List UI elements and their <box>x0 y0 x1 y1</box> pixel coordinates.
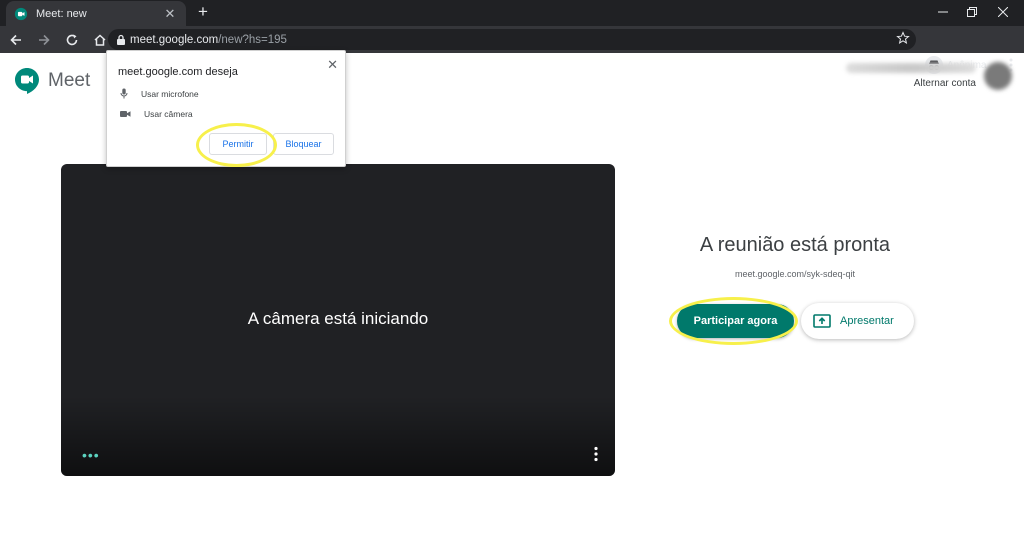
account-area[interactable]: Alternar conta <box>846 62 1012 90</box>
meet-favicon-icon <box>14 7 28 20</box>
loading-dots-icon: ••• <box>82 447 100 463</box>
camera-status: A câmera está iniciando <box>247 309 429 328</box>
avatar[interactable] <box>984 62 1012 90</box>
meet-logo[interactable]: Meet <box>14 67 90 95</box>
forward-button[interactable] <box>32 28 56 52</box>
switch-account-link[interactable]: Alternar conta <box>846 78 976 89</box>
browser-titlebar: Meet: new ✕ + <box>0 0 1024 26</box>
video-gradient <box>61 396 615 476</box>
address-bar[interactable]: meet.google.com/new?hs=195 <box>108 29 916 50</box>
tab-title: Meet: new <box>36 7 87 20</box>
arrow-forward-icon <box>39 34 50 45</box>
more-options-icon[interactable] <box>592 446 600 462</box>
url-text: meet.google.com/new?hs=195 <box>130 34 287 46</box>
home-icon <box>94 33 106 46</box>
video-camera-icon <box>120 111 131 117</box>
meeting-ready-title: A reunião está pronta <box>699 234 891 256</box>
close-window-button[interactable] <box>986 0 1020 24</box>
permission-label-camera: Usar câmera <box>144 109 193 119</box>
camera-preview: A câmera está iniciando ••• <box>61 164 615 476</box>
permission-item-camera: Usar câmera <box>120 109 193 119</box>
permission-title: meet.google.com deseja <box>118 66 238 78</box>
reload-button[interactable] <box>60 28 84 52</box>
meet-logo-icon <box>15 68 39 94</box>
present-label: Apresentar <box>840 315 894 327</box>
present-button[interactable]: Apresentar <box>801 303 914 339</box>
url-path: /new?hs=195 <box>218 33 287 46</box>
meeting-link: meet.google.com/syk-sdeq-qit <box>734 269 856 279</box>
minimize-icon <box>938 11 948 13</box>
permission-item-microphone: Usar microfone <box>120 88 199 99</box>
popup-close-icon[interactable]: ✕ <box>327 57 338 73</box>
account-email-blurred <box>846 63 976 73</box>
restore-button[interactable] <box>955 0 989 24</box>
back-button[interactable] <box>4 28 28 52</box>
tab-close-icon[interactable]: ✕ <box>162 6 178 22</box>
browser-tab[interactable]: Meet: new ✕ <box>6 1 186 26</box>
meet-brand: Meet <box>48 70 91 91</box>
microphone-icon <box>120 88 128 99</box>
permission-popup: meet.google.com deseja ✕ Usar microfone … <box>106 50 346 167</box>
lock-icon[interactable] <box>116 34 126 45</box>
join-now-button[interactable]: Participar agora <box>677 304 794 338</box>
block-button[interactable]: Bloquear <box>273 133 334 155</box>
account-text: Alternar conta <box>846 63 976 89</box>
permission-label-microphone: Usar microfone <box>141 88 199 99</box>
reload-icon <box>66 34 78 45</box>
arrow-back-icon <box>10 34 21 45</box>
bookmark-star-icon[interactable] <box>896 31 910 45</box>
allow-button[interactable]: Permitir <box>209 133 267 155</box>
close-icon <box>998 7 1008 17</box>
new-tab-button[interactable]: + <box>194 3 212 21</box>
present-screen-icon <box>813 314 831 328</box>
restore-icon <box>967 7 977 17</box>
url-host: meet.google.com <box>130 33 219 46</box>
browser-toolbar: meet.google.com/new?hs=195 Anônima <box>0 26 1024 74</box>
